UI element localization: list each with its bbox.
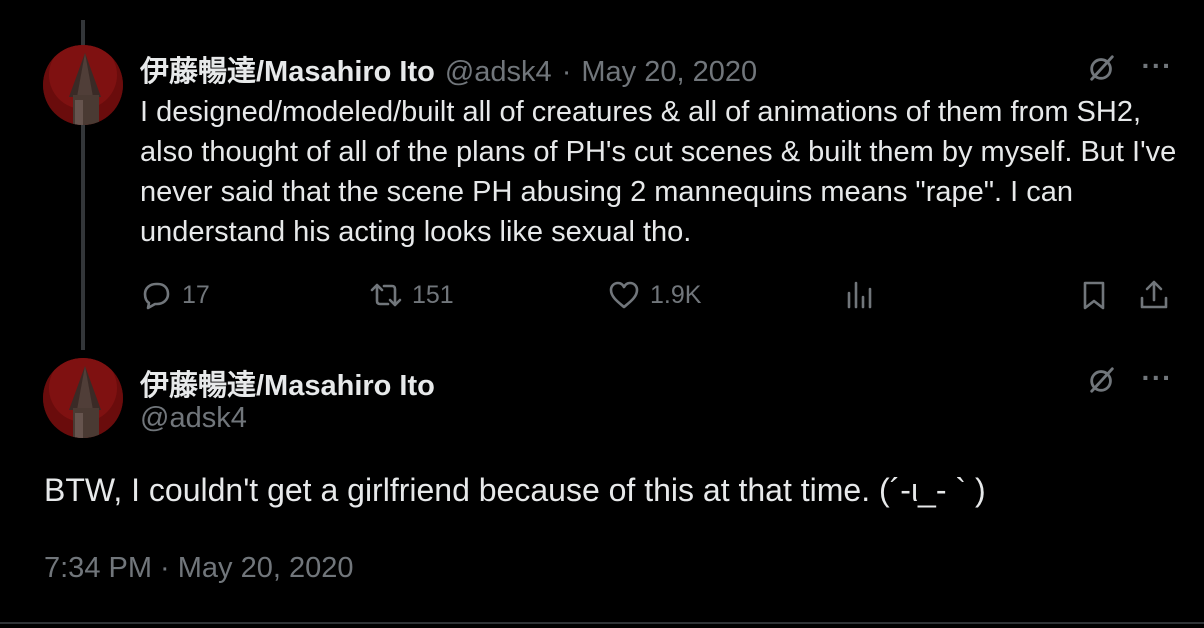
- bookmark-button[interactable]: [1078, 276, 1110, 314]
- reply-tweet-header: 伊藤暢達/Masahiro Ito @adsk4 · May 20, 2020: [140, 48, 757, 90]
- tweet-timestamp[interactable]: 7:34 PM · May 20, 2020: [44, 552, 354, 585]
- like-count: 1.9K: [650, 280, 702, 309]
- repost-arrows-icon: [370, 283, 402, 307]
- main-tweet-header: 伊藤暢達/Masahiro Ito: [140, 362, 435, 404]
- repost-count: 151: [412, 280, 454, 309]
- reply-bubble-icon: [143, 282, 170, 310]
- tweet-date[interactable]: May 20, 2020: [581, 56, 757, 89]
- main-tweet-text: BTW, I couldn't get a girlfriend because…: [44, 472, 986, 508]
- divider: [0, 622, 1204, 624]
- avatar[interactable]: [43, 358, 123, 438]
- user-handle[interactable]: @adsk4: [140, 402, 247, 435]
- reply-tweet-text: I designed/modeled/built all of creature…: [140, 96, 1177, 248]
- tweet-actions-bar: 17 151 1.9K: [140, 276, 1180, 314]
- more-options-button[interactable]: ···: [1134, 48, 1180, 84]
- views-button[interactable]: [844, 276, 876, 314]
- user-handle[interactable]: @adsk4: [445, 56, 552, 89]
- heart-icon: [609, 281, 639, 309]
- reply-count: 17: [182, 280, 210, 309]
- meta-separator: ·: [561, 56, 572, 88]
- avatar[interactable]: [43, 45, 123, 125]
- views-bar-chart-icon: [847, 281, 872, 309]
- display-name[interactable]: 伊藤暢達/Masahiro Ito: [140, 362, 435, 404]
- grok-slash-circle-icon[interactable]: [1084, 50, 1120, 86]
- avatar-image: [43, 45, 123, 125]
- reply-button[interactable]: 17: [140, 276, 210, 314]
- avatar-image: [43, 358, 123, 438]
- repost-button[interactable]: 151: [370, 276, 454, 314]
- grok-slash-circle-icon[interactable]: [1084, 362, 1120, 398]
- share-button[interactable]: [1138, 276, 1170, 314]
- bookmark-icon: [1083, 281, 1105, 310]
- more-options-button[interactable]: ···: [1134, 360, 1180, 396]
- like-button[interactable]: 1.9K: [608, 276, 701, 314]
- display-name[interactable]: 伊藤暢達/Masahiro Ito: [140, 48, 435, 90]
- share-upload-icon: [1140, 280, 1168, 309]
